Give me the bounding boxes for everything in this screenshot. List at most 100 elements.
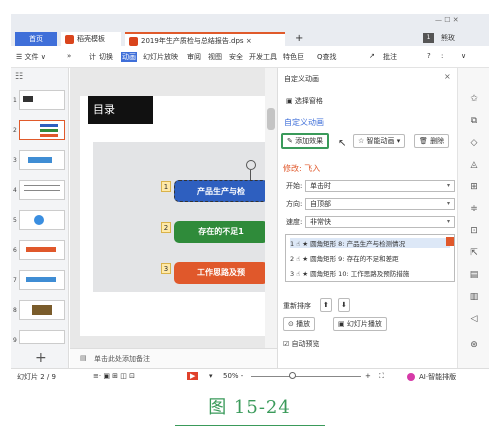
star-icon[interactable]: ✩ <box>469 94 479 104</box>
zoom-slider-thumb[interactable] <box>289 372 296 379</box>
item-number: 2 <box>161 222 171 233</box>
thumbnail-8[interactable]: 8 <box>13 300 65 320</box>
table-icon[interactable]: ▤ <box>469 270 479 280</box>
audio-icon[interactable]: ◁ <box>469 314 479 324</box>
tab-document-label: 2019年生产质检与总结报告.dps <box>141 37 244 45</box>
thumbnail-5[interactable]: 5 <box>13 210 65 230</box>
user-name[interactable]: 熊玫 <box>441 33 455 43</box>
thumbnail-4[interactable]: 4 <box>13 180 65 200</box>
delete-button[interactable]: 🗑 删除 <box>414 134 450 148</box>
animation-item-2[interactable]: 2 ☝ ★ 圆角矩形 9: 存在的不足和差距 <box>290 253 399 263</box>
slide-title[interactable]: 目录 <box>88 96 153 124</box>
fit-window-icon[interactable]: ⛶ <box>379 372 384 381</box>
menu-design[interactable]: 计 <box>89 52 96 62</box>
thumbnail-9[interactable]: 9 <box>13 330 65 344</box>
play-button[interactable]: ⊙ 播放 <box>283 317 316 331</box>
view-icons[interactable]: ≡· ▣ ⊞ ◫ ⊡ <box>93 372 135 380</box>
menu-slideshow[interactable]: 幻灯片放映 <box>143 52 178 62</box>
scroll-thumb[interactable] <box>267 108 275 130</box>
node-work-plan[interactable]: 工作思路及预 <box>174 262 268 284</box>
image-icon[interactable]: ⊡ <box>469 226 479 236</box>
collapse-ribbon-icon[interactable]: ∨ <box>461 52 466 60</box>
tab-home[interactable]: 首页 <box>15 32 57 46</box>
share-icon[interactable]: ↗ <box>369 52 375 60</box>
ai-layout-button[interactable]: AI·智能排版 <box>419 372 456 382</box>
thumbnail-6[interactable]: 6 <box>13 240 65 260</box>
annotate-button[interactable]: 批注 <box>383 52 397 62</box>
tab-template[interactable]: 稻壳模板 <box>61 32 121 46</box>
thumbnail-1[interactable]: 1 <box>13 90 65 110</box>
panel-close-icon[interactable]: × <box>444 72 451 81</box>
thumbnail-2[interactable]: 2 <box>13 120 65 140</box>
menu-security[interactable]: 安全 <box>229 52 243 62</box>
play-label: 播放 <box>296 320 311 328</box>
thumbnail-number: 7 <box>13 277 17 284</box>
tab-close-icon[interactable]: × <box>246 37 252 45</box>
export-icon[interactable]: ⇱ <box>469 248 479 258</box>
move-up-button[interactable]: ⬆ <box>320 298 332 312</box>
thumbnail-number: 1 <box>13 97 17 104</box>
settings-icon[interactable]: ⊛ <box>469 340 479 350</box>
node-production[interactable]: 产品生产与检 <box>174 180 268 202</box>
badge[interactable]: 1 <box>423 33 434 43</box>
start-select[interactable]: 单击时 ▾ <box>305 180 455 192</box>
speed-select[interactable]: 非常快 ▾ <box>305 216 455 228</box>
modify-heading: 修改: 飞入 <box>283 164 321 173</box>
item-dropdown-icon[interactable] <box>446 237 454 246</box>
auto-preview-checkbox[interactable]: ☑ 自动预览 <box>283 339 320 349</box>
reorder-label: 重新排序 <box>283 302 311 310</box>
window-controls[interactable]: — ☐ ✕ <box>435 16 459 24</box>
smart-animation-button[interactable]: ☆ 智能动画 ▾ <box>353 134 406 148</box>
new-tab-button[interactable]: + <box>291 32 307 46</box>
zoom-in-button[interactable]: + <box>365 372 371 380</box>
fill-icon[interactable]: ◬ <box>469 160 479 170</box>
node-shortcomings[interactable]: 存在的不足1 <box>174 221 268 243</box>
chart-icon[interactable]: ▥ <box>469 292 479 302</box>
add-effect-label: 添加效果 <box>295 137 324 145</box>
item-number: 3 <box>161 263 171 274</box>
animation-item-1[interactable]: 1 ☝ ★ 圆角矩形 8: 产品生产与检测情况 <box>290 238 450 248</box>
direction-select[interactable]: 自顶部 ▾ <box>305 198 455 210</box>
delete-label: 删除 <box>430 137 445 145</box>
outline-toggle-icon[interactable]: ☷ <box>15 72 23 82</box>
select-pane-link[interactable]: ▣ 选择窗格 <box>286 96 323 106</box>
notes-area[interactable]: ▤ 单击此处添加备注 <box>70 348 277 368</box>
help-button[interactable]: ? <box>427 52 431 60</box>
menu-review[interactable]: 审阅 <box>187 52 201 62</box>
zoom-level[interactable]: 50% - <box>223 372 243 380</box>
add-effect-button[interactable]: ✎ 添加效果 <box>281 133 330 149</box>
file-menu[interactable]: ☰ 文件 ∨ <box>16 52 46 62</box>
slideshow-button[interactable]: ▣ 幻灯片播放 <box>333 317 387 331</box>
rotate-handle-icon[interactable] <box>246 160 256 170</box>
menu-transition[interactable]: 切换 <box>99 52 113 62</box>
more-button[interactable]: : <box>441 52 443 60</box>
zoom-slider[interactable] <box>251 376 361 377</box>
tab-document[interactable]: 2019年生产质检与总结报告.dps × <box>125 32 285 46</box>
play-slideshow-icon[interactable]: ▶ <box>187 372 199 380</box>
add-slide-button[interactable]: + <box>35 350 47 366</box>
adjust-icon[interactable]: ≑ <box>469 204 479 214</box>
thumbnail-number: 5 <box>13 217 17 224</box>
play-dropdown-icon[interactable]: ▾ <box>209 372 213 380</box>
smart-animation-label: 智能动画 <box>366 137 395 145</box>
shape-icon[interactable]: ◇ <box>469 138 479 148</box>
menu-view[interactable]: 视图 <box>208 52 222 62</box>
grid-icon[interactable]: ⊞ <box>469 182 479 192</box>
thumbnail-number: 2 <box>13 127 17 134</box>
vertical-scrollbar[interactable] <box>265 68 277 348</box>
layers-icon[interactable]: ⧉ <box>469 116 479 126</box>
menu-developer[interactable]: 开发工具 <box>249 52 277 62</box>
menu-animation[interactable]: 动画 <box>121 52 137 62</box>
thumbnail-7[interactable]: 7 <box>13 270 65 290</box>
checkbox-checked-icon: ☑ <box>283 340 292 348</box>
thumbnail-3[interactable]: 3 <box>13 150 65 170</box>
animation-item-3[interactable]: 3 ☝ ★ 圆角矩形 10: 工作思路及预防措施 <box>290 268 409 278</box>
menu-bar: ☰ 文件 ∨ » 计 切换 动画 幻灯片放映 审阅 视图 安全 开发工具 特色巨… <box>11 46 489 68</box>
expand-arrows[interactable]: » <box>67 52 71 60</box>
thumbnail-number: 4 <box>13 187 17 194</box>
direction-label: 方向: <box>286 200 303 208</box>
move-down-button[interactable]: ⬇ <box>338 298 350 312</box>
search-button[interactable]: Q查找 <box>317 52 337 62</box>
menu-special[interactable]: 特色巨 <box>283 52 304 62</box>
title-bar: 首页 稻壳模板 2019年生产质检与总结报告.dps × + — ☐ ✕ 1 熊… <box>11 14 489 46</box>
